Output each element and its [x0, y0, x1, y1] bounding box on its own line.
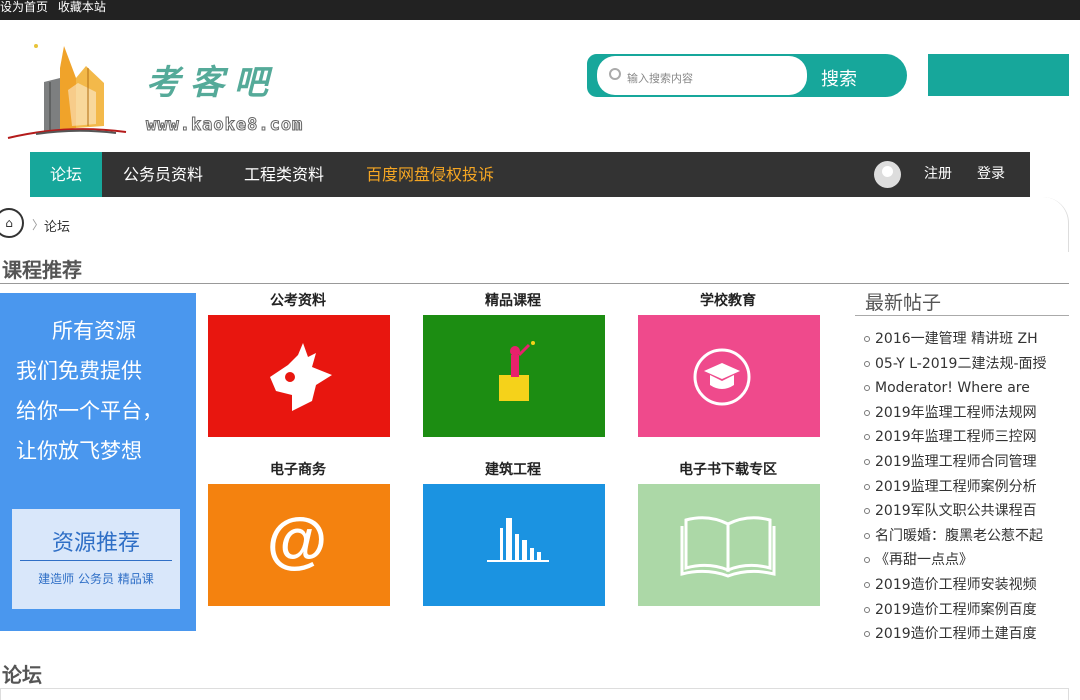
- list-item[interactable]: 2019造价工程师安装视频: [864, 575, 1069, 600]
- list-item[interactable]: 2019年监理工程师三控网: [864, 427, 1069, 452]
- latest-posts-title: 最新帖子: [865, 292, 942, 314]
- buildings-icon: [487, 518, 549, 562]
- nav-item-civil-servant[interactable]: 公务员资料: [123, 152, 203, 197]
- promo-line: 给你一个平台，: [16, 399, 163, 423]
- list-item[interactable]: 2019监理工程师案例分析: [864, 477, 1069, 502]
- latest-posts-list: 2016一建管理 精讲班 ZH 05-Y L-2019二建法规-面授 Moder…: [864, 329, 1069, 649]
- header-banner-block[interactable]: [928, 54, 1069, 96]
- list-item[interactable]: 2019监理工程师合同管理: [864, 452, 1069, 477]
- tile-label[interactable]: 电子商务: [207, 459, 389, 479]
- chevron-right-icon: 〉: [32, 218, 45, 232]
- search-button[interactable]: 搜索: [821, 65, 857, 91]
- resource-recommend-subtitle: 建造师 公务员 精品课: [38, 572, 154, 586]
- section-title-courses: 课程推荐: [2, 258, 82, 282]
- tile-construction[interactable]: [423, 484, 605, 606]
- list-item[interactable]: 2019造价工程师土建百度: [864, 624, 1069, 649]
- nav-item-engineering[interactable]: 工程类资料: [244, 152, 324, 197]
- forum-panel: [0, 688, 1069, 700]
- divider: [20, 560, 172, 561]
- register-link[interactable]: 注册: [924, 152, 952, 197]
- resource-recommend-card[interactable]: 资源推荐 建造师 公务员 精品课: [12, 509, 180, 609]
- login-link[interactable]: 登录: [977, 152, 1005, 197]
- open-book-icon: [680, 516, 776, 578]
- list-item[interactable]: 名门暖婚：腹黑老公惹不起: [864, 526, 1069, 551]
- reading-figure-icon: [499, 341, 535, 401]
- promo-line: 我们免费提供: [16, 359, 142, 383]
- nav-item-forum[interactable]: 论坛: [30, 152, 102, 197]
- crest-icon: [270, 343, 332, 411]
- tile-label[interactable]: 学校教育: [637, 290, 819, 310]
- tile-label[interactable]: 电子书下载专区: [637, 459, 819, 479]
- at-sign-icon: @: [267, 506, 327, 575]
- search-icon: [609, 68, 621, 80]
- tile-school-education[interactable]: [638, 315, 820, 437]
- tile-label[interactable]: 建筑工程: [422, 459, 604, 479]
- avatar[interactable]: [874, 161, 901, 188]
- list-item[interactable]: Moderator! Where are: [864, 378, 1069, 403]
- search-placeholder: 输入搜索内容: [627, 72, 693, 85]
- search-input[interactable]: 输入搜索内容: [597, 56, 807, 95]
- list-item[interactable]: 05-Y L-2019二建法规-面授: [864, 354, 1069, 379]
- tile-label[interactable]: 精品课程: [422, 290, 604, 310]
- nav-item-complaint[interactable]: 百度网盘侵权投诉: [366, 152, 494, 197]
- list-item[interactable]: 2019年监理工程师法规网: [864, 403, 1069, 428]
- set-homepage-link[interactable]: 设为首页: [0, 0, 48, 14]
- tile-exam-materials[interactable]: [208, 315, 390, 437]
- list-item[interactable]: 2019造价工程师案例百度: [864, 600, 1069, 625]
- main-nav: 论坛 公务员资料 工程类资料 百度网盘侵权投诉 注册 登录: [30, 152, 1030, 197]
- tile-label[interactable]: 公考资料: [207, 290, 389, 310]
- svg-text:@: @: [267, 506, 327, 575]
- resource-recommend-title: 资源推荐: [51, 531, 140, 556]
- list-item[interactable]: 《再甜一点点》: [864, 550, 1069, 575]
- latest-posts-divider: [855, 315, 1069, 316]
- section-divider: [0, 283, 1069, 284]
- list-item[interactable]: 2016一建管理 精讲班 ZH: [864, 329, 1069, 354]
- logo-url: www.kaoke8.com: [145, 115, 304, 136]
- section-title-forum: 论坛: [2, 663, 42, 687]
- search-bar: 输入搜索内容 搜索: [587, 54, 907, 97]
- promo-line: 让你放飞梦想: [16, 439, 142, 463]
- graduation-cap-icon: [693, 348, 751, 406]
- list-item[interactable]: 2019军队文职公共课程百: [864, 501, 1069, 526]
- tile-ebook-download[interactable]: [638, 484, 820, 606]
- bookmark-link[interactable]: 收藏本站: [58, 0, 106, 14]
- tile-e-commerce[interactable]: @: [208, 484, 390, 606]
- promo-line: 所有资源: [52, 319, 136, 343]
- breadcrumb-current[interactable]: 论坛: [44, 216, 70, 235]
- top-bar: 设为首页 收藏本站: [0, 0, 1080, 20]
- breadcrumb: [0, 197, 1069, 252]
- promo-panel: 所有资源 我们免费提供 给你一个平台， 让你放飞梦想 资源推荐 建造师 公务员 …: [0, 293, 196, 631]
- tile-quality-courses[interactable]: [423, 315, 605, 437]
- logo-text: 考客吧: [146, 63, 278, 103]
